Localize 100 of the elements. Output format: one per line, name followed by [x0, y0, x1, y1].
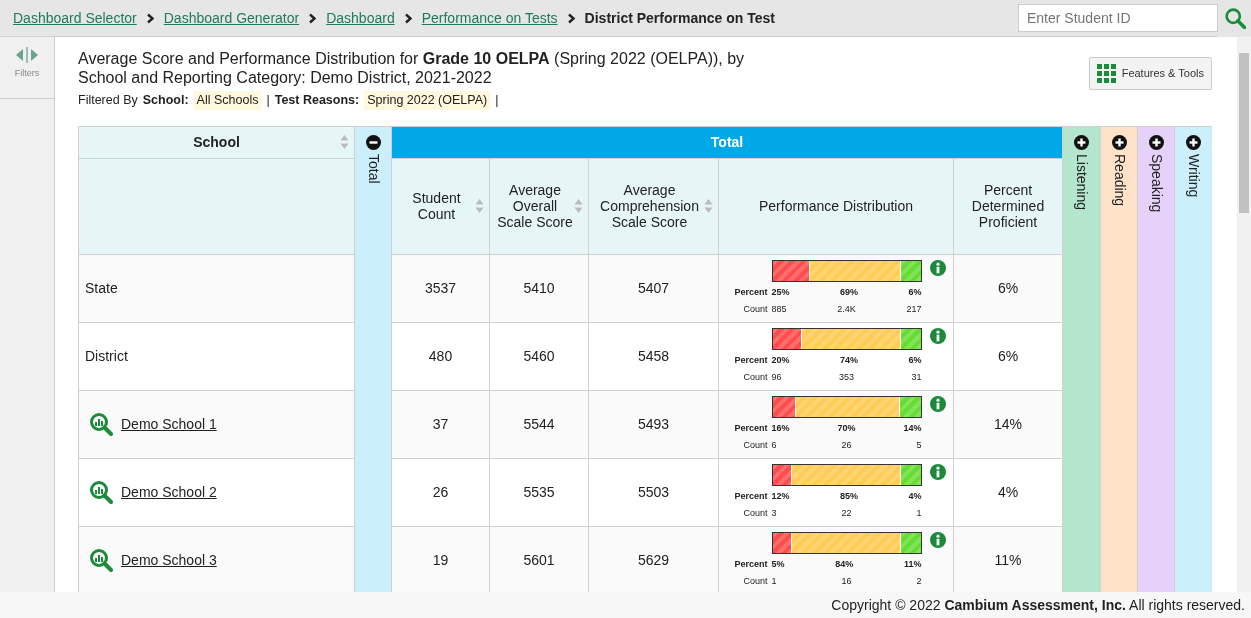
- collapse-icon[interactable]: [365, 134, 381, 150]
- table-cell: 11%: [953, 526, 1063, 592]
- filter-value: Spring 2022 (OELPA): [364, 91, 491, 110]
- table-cell: 5458: [588, 322, 719, 391]
- distribution-label: Count: [742, 507, 769, 521]
- column-header[interactable]: Student Count: [391, 158, 490, 255]
- features-tools-button[interactable]: Features & Tools: [1088, 57, 1212, 90]
- count-value: 26: [841, 439, 852, 453]
- column-header[interactable]: Average Overall Scale Score: [489, 158, 589, 255]
- table-cell: 6%: [953, 322, 1063, 391]
- chevron-icon: [403, 12, 413, 24]
- table-cell: 4%: [953, 458, 1063, 527]
- distribution-label: Count: [742, 575, 769, 589]
- distribution-label: Percent: [733, 421, 769, 435]
- percent-value: 85%: [840, 489, 858, 503]
- distribution-label: Percent: [733, 489, 769, 503]
- table-cell: 37: [391, 390, 490, 459]
- separator: |: [495, 92, 499, 109]
- copyright-text: Copyright © 2022 Cambium Assessment, Inc. All rights reserved.: [831, 595, 1245, 615]
- school-link[interactable]: Demo School 2: [121, 481, 217, 503]
- distribution-label: Count: [742, 303, 769, 317]
- breadcrumb-link[interactable]: Dashboard Selector: [13, 7, 137, 29]
- table-cell: 5410: [489, 254, 589, 323]
- expand-icon[interactable]: [1111, 134, 1127, 150]
- count-value: 31: [911, 371, 922, 385]
- filters-label: Filters: [14, 67, 40, 80]
- expand-icon[interactable]: [1074, 134, 1090, 150]
- info-icon[interactable]: [929, 531, 946, 548]
- school-link[interactable]: Demo School 3: [121, 549, 217, 571]
- count-value: 353: [839, 371, 854, 385]
- chevron-icon: [308, 12, 318, 24]
- zoom-chart-icon[interactable]: [89, 412, 113, 437]
- filter-label: Filtered By: [78, 92, 138, 109]
- percent-value: 16%: [771, 421, 790, 435]
- column-label: Writing: [1185, 153, 1204, 198]
- percent-value: 12%: [771, 489, 790, 503]
- info-icon[interactable]: [929, 463, 946, 480]
- column-header[interactable]: School: [78, 126, 355, 159]
- count-value: 3: [771, 507, 777, 521]
- distribution-label: Percent: [733, 353, 769, 367]
- chevron-icon: [145, 12, 155, 24]
- filter-value: All Schools: [193, 91, 262, 110]
- percent-value: 25%: [771, 285, 790, 299]
- distribution-label: Percent: [733, 285, 769, 299]
- filter-name: Test Reasons:: [274, 92, 360, 109]
- count-value: 5: [916, 439, 922, 453]
- student-id-field[interactable]: Enter Student ID: [1018, 4, 1218, 32]
- zoom-chart-icon[interactable]: [89, 480, 113, 505]
- group-header: Total: [391, 126, 1063, 159]
- info-icon[interactable]: [929, 259, 946, 276]
- panel-toggle-icon: [16, 47, 38, 63]
- count-value: 96: [771, 371, 782, 385]
- school-name: District: [85, 347, 128, 364]
- count-value: 16: [841, 575, 852, 589]
- count-value: 6: [771, 439, 777, 453]
- percent-value: 4%: [908, 489, 922, 503]
- count-value: 2.4K: [837, 303, 856, 317]
- column-label: Total: [364, 153, 383, 184]
- zoom-chart-icon[interactable]: [89, 548, 113, 573]
- table-cell: 5407: [588, 254, 719, 323]
- breadcrumb-link[interactable]: Dashboard Generator: [163, 7, 300, 29]
- table-cell: 3537: [391, 254, 490, 323]
- count-value: 22: [841, 507, 852, 521]
- table-cell: 5493: [588, 390, 719, 459]
- table-cell: 5601: [489, 526, 589, 592]
- table-cell: 26: [391, 458, 490, 527]
- expand-icon[interactable]: [1186, 134, 1202, 150]
- breadcrumb-link[interactable]: Dashboard: [326, 7, 395, 29]
- table-cell: 5503: [588, 458, 719, 527]
- table-cell: 5629: [588, 526, 719, 592]
- table-cell: 5535: [489, 458, 589, 527]
- distribution-label: Percent: [733, 557, 769, 571]
- table-cell: 5460: [489, 322, 589, 391]
- filter-name: School:: [142, 92, 189, 109]
- percent-value: 14%: [903, 421, 922, 435]
- scrollbar[interactable]: [1237, 37, 1251, 592]
- separator: |: [266, 92, 270, 109]
- column-label: Speaking: [1147, 153, 1166, 213]
- percent-value: 11%: [903, 557, 922, 571]
- percent-value: 70%: [837, 421, 856, 435]
- column-header[interactable]: Average Comprehension Scale Score: [588, 158, 719, 255]
- search-icon[interactable]: [1223, 7, 1246, 29]
- distribution-label: Count: [742, 439, 769, 453]
- percent-value: 6%: [908, 353, 922, 367]
- count-value: 885: [771, 303, 787, 317]
- column-header: Performance Distribution: [718, 158, 954, 255]
- expand-icon[interactable]: [1148, 134, 1164, 150]
- table-cell: 480: [391, 322, 490, 391]
- school-name: State: [85, 279, 118, 296]
- breadcrumb-link[interactable]: Performance on Tests: [421, 7, 558, 29]
- grid-icon: [1096, 64, 1116, 83]
- info-icon[interactable]: [929, 327, 946, 344]
- report-title: Average Score and Performance Distribution for Grade 10 OELPA (Spring 2022 (OELPA)), by School and Reporting Category: Demo District, 2021-2022: [78, 49, 746, 87]
- percent-value: 74%: [840, 353, 858, 367]
- info-icon[interactable]: [929, 395, 946, 412]
- column-label: Listening: [1073, 153, 1092, 210]
- school-link[interactable]: Demo School 1: [121, 413, 217, 435]
- breadcrumb-current: District Performance on Test: [584, 8, 775, 28]
- column-header: Percent Determined Proficient: [953, 158, 1063, 255]
- table-cell: 14%: [953, 390, 1063, 459]
